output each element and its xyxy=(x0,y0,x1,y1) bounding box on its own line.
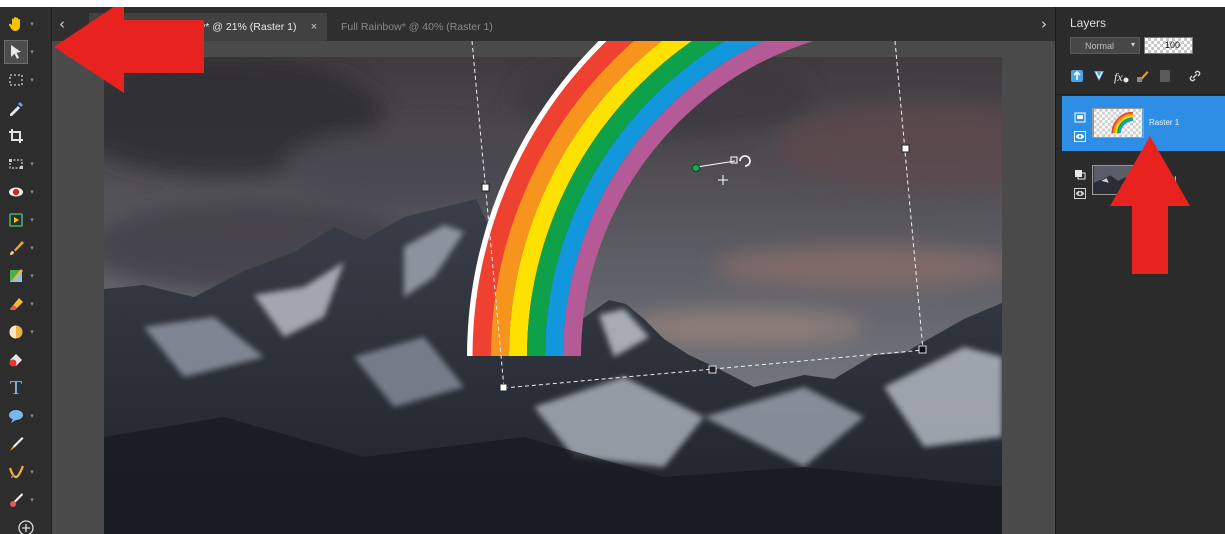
dodge-tool-icon xyxy=(4,320,28,344)
new-raster-layer-icon[interactable] xyxy=(1068,67,1086,85)
svg-text:fx: fx xyxy=(1114,70,1123,84)
tool-red-eye[interactable]: ▾ xyxy=(4,179,48,205)
pan-dropdown-icon[interactable]: ▾ xyxy=(28,12,36,36)
tool-pick[interactable]: ▾ xyxy=(4,39,48,65)
tool-add[interactable] xyxy=(0,515,52,534)
layer-type-icon[interactable] xyxy=(1074,165,1086,180)
straighten-tool-icon xyxy=(4,152,28,176)
opacity-field[interactable]: 100 xyxy=(1144,37,1193,54)
adjustment-layer-icon[interactable]: fx xyxy=(1112,67,1130,85)
tab-scroll-right-icon[interactable]: › xyxy=(1034,7,1054,41)
divider xyxy=(1056,94,1225,95)
flood-fill-tool-icon xyxy=(4,348,28,372)
eraser-tool-icon xyxy=(4,292,28,316)
text-tool-icon: T xyxy=(4,376,28,400)
rotation-handle[interactable] xyxy=(692,155,751,185)
transform-handle[interactable] xyxy=(481,183,490,192)
visibility-eye-icon[interactable] xyxy=(1074,127,1086,142)
preset-shape-tool-icon xyxy=(4,404,28,428)
clone-dropdown-icon[interactable]: ▾ xyxy=(28,208,36,232)
tool-eraser[interactable]: ▾ xyxy=(4,291,48,317)
link-icon[interactable] xyxy=(1186,67,1204,85)
add-tool-icon xyxy=(14,516,38,534)
picture-tube-tool-icon xyxy=(4,488,28,512)
tool-text[interactable]: T xyxy=(4,375,48,401)
tool-paint-brush[interactable]: ▾ xyxy=(4,235,48,261)
canvas-overlay xyxy=(467,41,927,392)
tool-selection[interactable]: ▾ xyxy=(4,67,48,93)
tool-warp-brush[interactable]: ▾ xyxy=(4,459,48,485)
visibility-eye-icon[interactable] xyxy=(1074,184,1086,199)
tool-pan[interactable]: ▾ xyxy=(4,11,48,37)
pick-dropdown-icon[interactable]: ▾ xyxy=(28,40,36,64)
warp-brush-dropdown-icon[interactable]: ▾ xyxy=(28,460,36,484)
straighten-dropdown-icon[interactable]: ▾ xyxy=(28,152,36,176)
new-vector-layer-icon[interactable] xyxy=(1090,67,1108,85)
tool-picture-tube[interactable]: ▾ xyxy=(4,487,48,513)
tool-clone-brush[interactable]: ▾ xyxy=(4,207,48,233)
tools-toolbar: ▾ ▾ ▾ ▾ ▾ ▾ ▾ ▾ ▾ ▾ T ▾ ▾ ▾ xyxy=(0,7,52,534)
pen-tool-icon xyxy=(4,432,28,456)
red-eye-dropdown-icon[interactable]: ▾ xyxy=(28,180,36,204)
pick-tool-icon xyxy=(4,40,28,64)
dropper-tool-icon xyxy=(4,96,28,120)
tool-pen[interactable] xyxy=(4,431,48,457)
layer-tools-bar: fx xyxy=(1068,65,1225,89)
chevron-down-icon: ▾ xyxy=(1130,40,1135,49)
transform-handle[interactable] xyxy=(499,383,508,392)
layer-name: Raster 1 xyxy=(1149,118,1180,127)
crop-tool-icon xyxy=(4,124,28,148)
red-eye-tool-icon xyxy=(4,180,28,204)
paint-brush-tool-icon xyxy=(4,236,28,260)
tool-straighten[interactable]: ▾ xyxy=(4,151,48,177)
tool-preset-shape[interactable]: ▾ xyxy=(4,403,48,429)
text-tool-glyph: T xyxy=(9,376,23,399)
tool-dodge[interactable]: ▾ xyxy=(4,319,48,345)
mask-icon[interactable] xyxy=(1134,67,1152,85)
annotation-arrow-up xyxy=(1110,136,1190,274)
color-replacer-dropdown-icon[interactable]: ▾ xyxy=(28,264,36,288)
pan-tool-icon xyxy=(4,12,28,36)
layer-group-icon[interactable] xyxy=(1074,108,1086,123)
clone-brush-tool-icon xyxy=(4,208,28,232)
tool-flood-fill[interactable] xyxy=(4,347,48,373)
selection-dropdown-icon[interactable]: ▾ xyxy=(28,68,36,92)
color-replacer-tool-icon xyxy=(4,264,28,288)
canvas-workspace xyxy=(52,41,1055,534)
warp-brush-tool-icon xyxy=(4,460,28,484)
tool-crop[interactable] xyxy=(4,123,48,149)
blend-mode-value: Normal xyxy=(1085,40,1115,51)
transform-handle[interactable] xyxy=(918,345,927,354)
layers-title: Layers xyxy=(1070,16,1107,30)
tool-color-replacer[interactable]: ▾ xyxy=(4,263,48,289)
dodge-dropdown-icon[interactable]: ▾ xyxy=(28,320,36,344)
transform-handle[interactable] xyxy=(901,144,910,153)
preset-shape-dropdown-icon[interactable]: ▾ xyxy=(28,404,36,428)
tab-full-rainbow[interactable]: Full Rainbow* @ 40% (Raster 1) xyxy=(335,13,535,41)
eraser-dropdown-icon[interactable]: ▾ xyxy=(28,292,36,316)
tab-close-icon[interactable]: × xyxy=(307,20,321,34)
rainbow-raster-layer[interactable] xyxy=(467,41,913,357)
tab-label: Full Rainbow* @ 40% (Raster 1) xyxy=(341,21,493,33)
transform-handle[interactable] xyxy=(708,365,717,374)
annotation-arrow-left xyxy=(54,7,204,93)
picture-tube-dropdown-icon[interactable]: ▾ xyxy=(28,488,36,512)
selection-tool-icon xyxy=(4,68,28,92)
paintshop-window: ▾ ▾ ▾ ▾ ▾ ▾ ▾ ▾ ▾ ▾ T ▾ ▾ ▾ ‹ @ 21% (Ras… xyxy=(0,7,1225,534)
delete-layer-icon[interactable] xyxy=(1156,67,1174,85)
blend-mode-select[interactable]: Normal ▾ xyxy=(1070,37,1140,54)
tool-dropper[interactable] xyxy=(4,95,48,121)
paint-brush-dropdown-icon[interactable]: ▾ xyxy=(28,236,36,260)
